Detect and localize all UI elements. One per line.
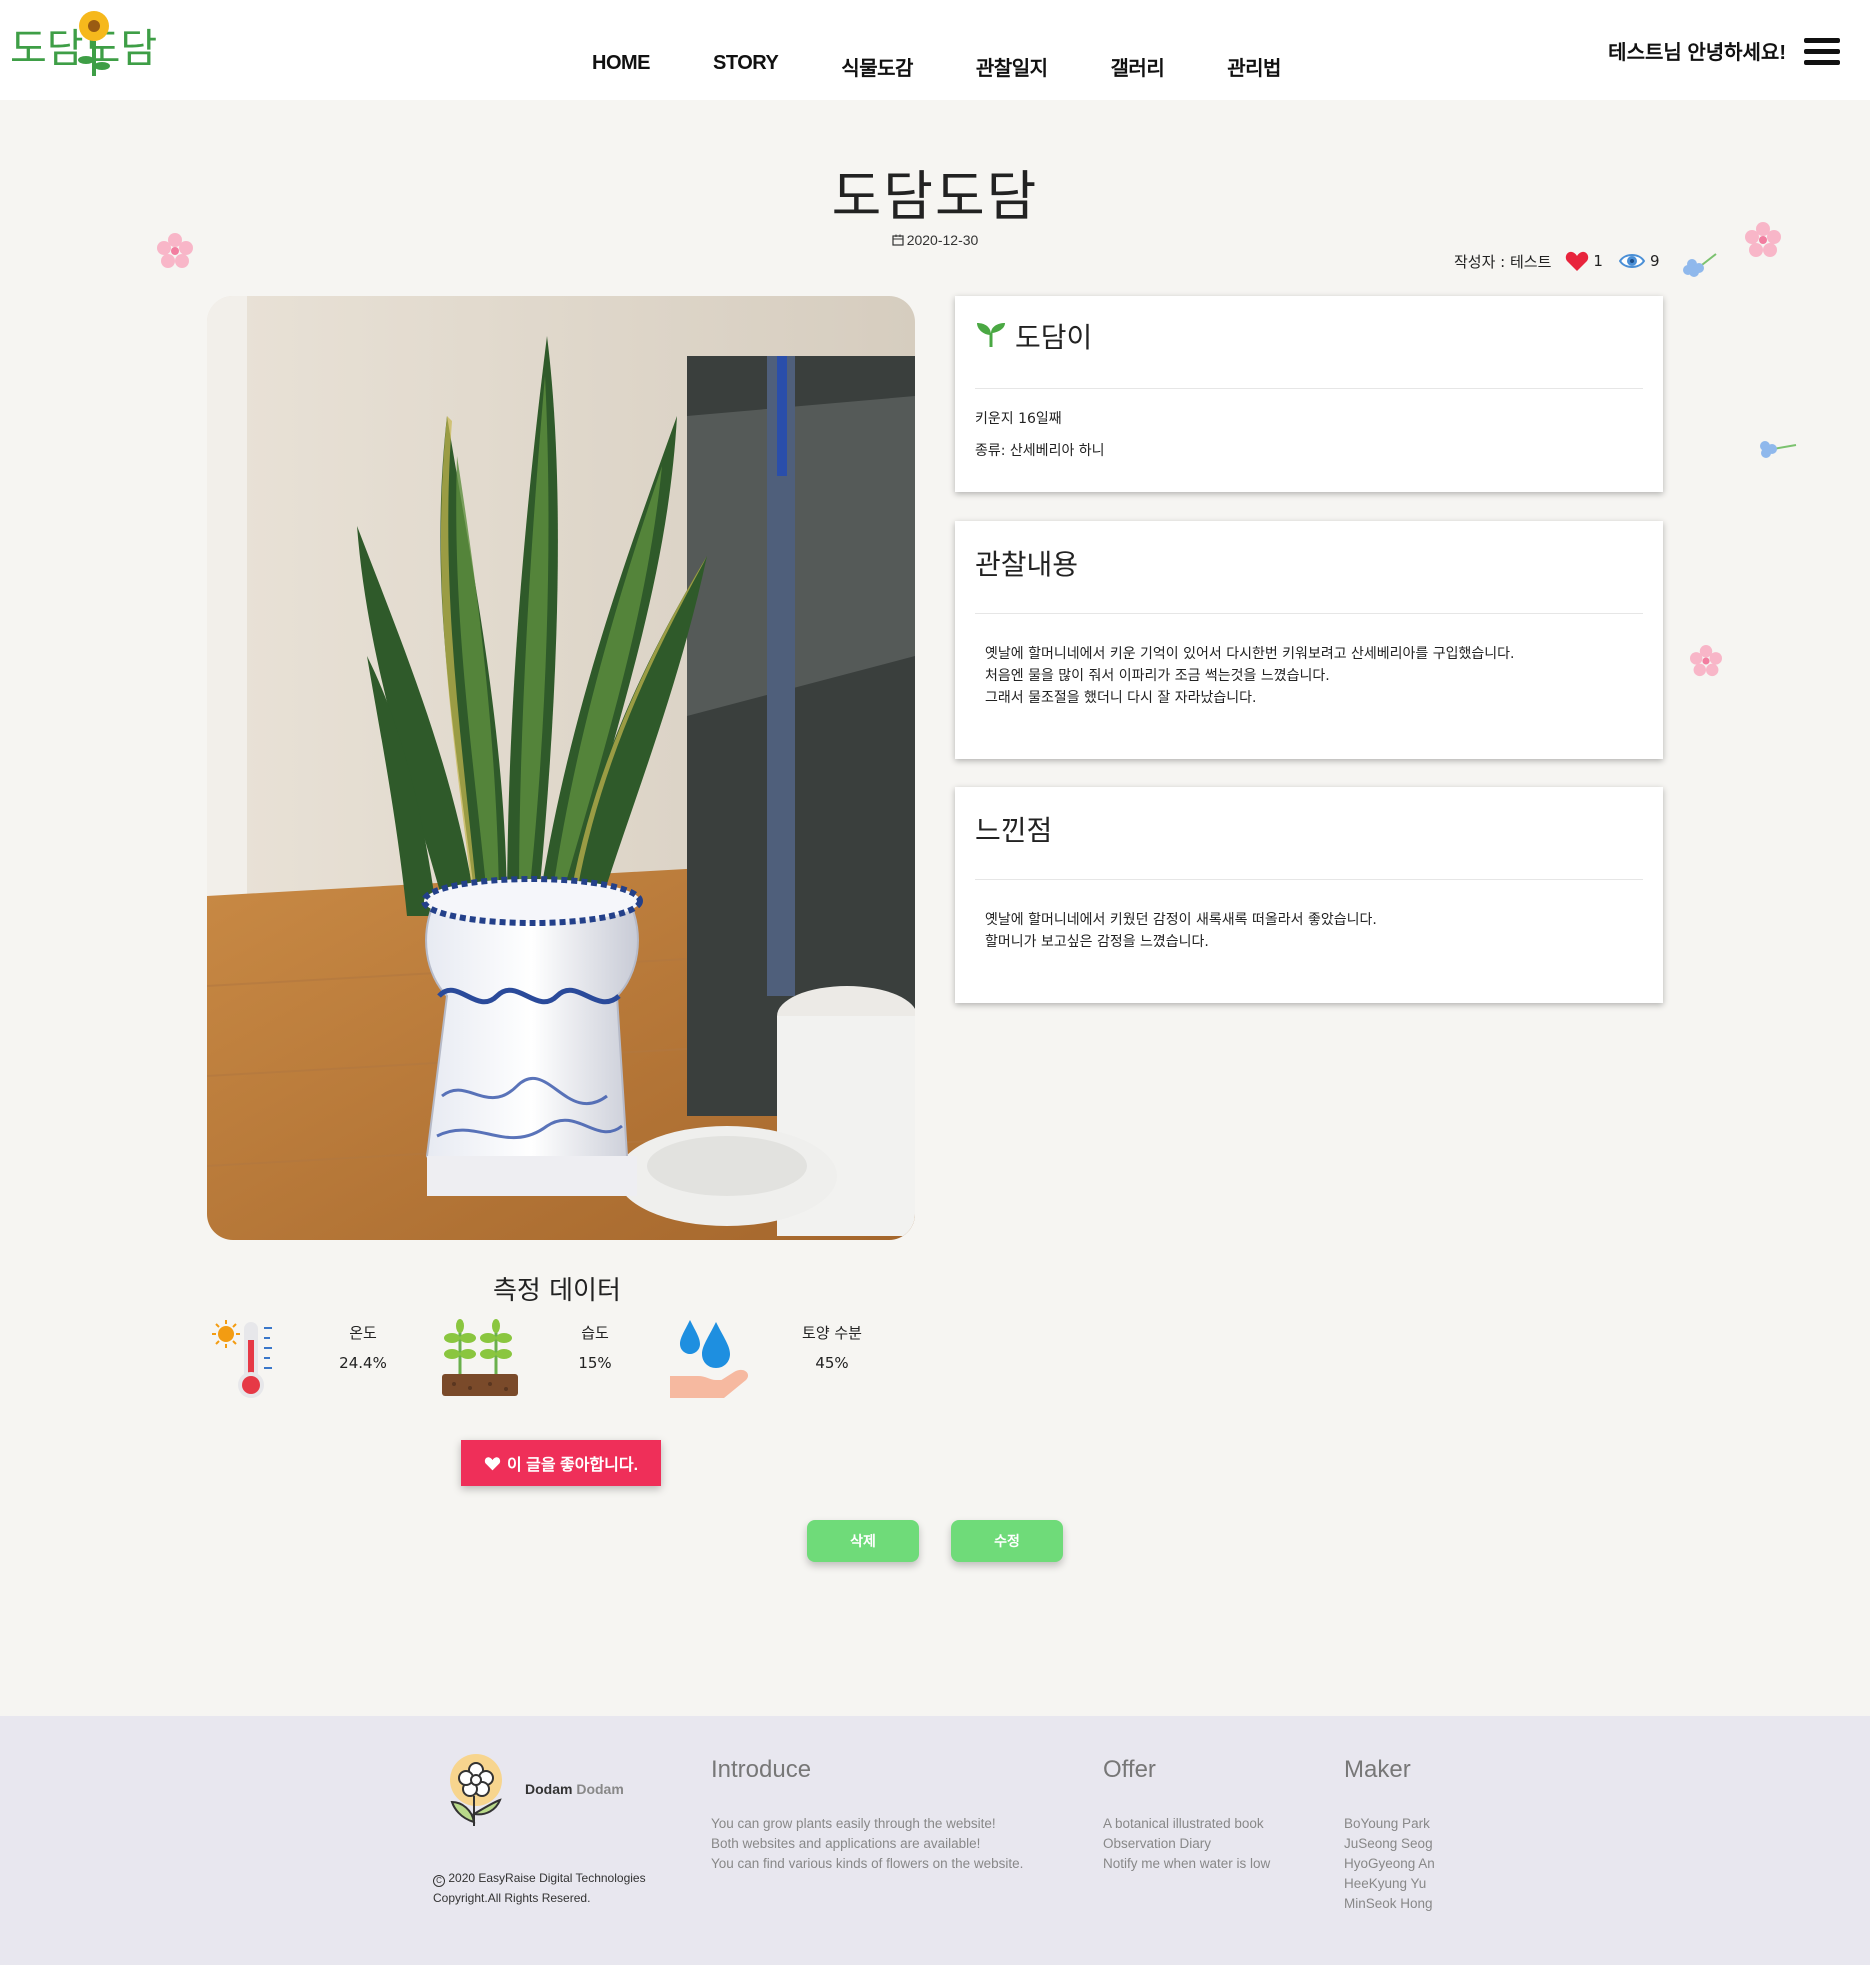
introduce-line: Both websites and applications are avail… xyxy=(711,1836,981,1851)
measurement-title: 측정 데이터 xyxy=(493,1276,621,1306)
introduce-line: You can grow plants easily through the w… xyxy=(711,1816,996,1831)
observation-card: 관찰내용 옛날에 할머니네에서 키운 기억이 있어서 다시한번 키워보려고 산세… xyxy=(955,521,1663,759)
nav-observation-diary[interactable]: 관찰일지 xyxy=(976,52,1048,81)
main-nav: HOME STORY 식물도감 관찰일지 갤러리 관리법 xyxy=(592,52,1344,81)
user-greeting: 테스트님 안녕하세요! xyxy=(1608,42,1786,64)
brand-part-1: Dodam xyxy=(525,1781,573,1797)
thermometer-icon xyxy=(212,1320,272,1398)
card-divider xyxy=(975,613,1643,614)
eye-icon xyxy=(1618,254,1645,268)
introduce-line: You can find various kinds of flowers on… xyxy=(711,1856,1024,1871)
blue-flower-icon xyxy=(1683,253,1717,277)
dodam-logo[interactable]: 도담도담 xyxy=(8,4,193,80)
offer-title: Offer xyxy=(1103,1756,1156,1783)
maker-name: JuSeong Seog xyxy=(1344,1836,1433,1851)
view-count: 9 xyxy=(1618,252,1660,270)
pink-flower-icon xyxy=(1745,222,1781,257)
feeling-line: 옛날에 할머니네에서 키웠던 감정이 새록새록 떠올라서 좋았습니다. xyxy=(985,912,1377,928)
feeling-line: 할머니가 보고싶은 감정을 느꼈습니다. xyxy=(985,934,1209,950)
introduce-title: Introduce xyxy=(711,1756,812,1783)
footer-introduce: Introduce You can grow plants easily thr… xyxy=(711,1756,1023,1874)
plant-info-card: 도담이 키운지 16일째 종류: 산세베리아 하니 xyxy=(955,296,1663,492)
menu-icon[interactable] xyxy=(1804,38,1840,66)
post-date: 2020-12-30 xyxy=(0,232,1870,248)
card-divider xyxy=(975,388,1643,389)
maker-name: HyoGyeong An xyxy=(1344,1856,1435,1871)
soil-moisture-value: 45% xyxy=(815,1354,849,1372)
copyright-line-2: Copyright.All Rights Resered. xyxy=(433,1891,591,1905)
brand-part-2: Dodam xyxy=(576,1781,624,1797)
calendar-icon xyxy=(892,234,904,246)
delete-button[interactable]: 삭제 xyxy=(807,1520,919,1562)
page-title: 도담도담 xyxy=(831,165,1039,228)
humidity-label: 습도 xyxy=(581,1324,609,1342)
nav-care-guide[interactable]: 관리법 xyxy=(1227,52,1281,81)
temperature-value: 24.4% xyxy=(339,1354,387,1372)
offer-line[interactable]: A botanical illustrated book xyxy=(1103,1814,1270,1834)
flower-logo-icon xyxy=(450,1754,502,1826)
view-count-text: 9 xyxy=(1649,252,1660,270)
card-divider xyxy=(975,879,1643,880)
site-header: 도담도담 HOME STORY 식물도감 관찰일지 갤러리 관리법 테스트님 안… xyxy=(0,0,1870,100)
days-grown: 키운지 16일째 xyxy=(975,411,1062,427)
date-text: 2020-12-30 xyxy=(906,232,979,248)
observation-line: 처음엔 물을 많이 줘서 이파리가 조금 썩는것을 느꼈습니다. xyxy=(985,668,1330,684)
offer-line[interactable]: Observation Diary xyxy=(1103,1834,1270,1854)
sprout-icon xyxy=(442,1319,518,1396)
temperature-label: 온도 xyxy=(349,1324,377,1342)
water-drop-hand-icon xyxy=(670,1320,749,1398)
copyright-line-1: 2020 EasyRaise Digital Technologies xyxy=(448,1871,646,1885)
like-count-text: 1 xyxy=(1593,252,1603,270)
edit-button[interactable]: 수정 xyxy=(951,1520,1063,1562)
plant-species: 종류: 산세베리아 하니 xyxy=(975,443,1105,459)
soil-moisture-label: 토양 수분 xyxy=(802,1324,862,1342)
footer-offer: Offer A botanical illustrated book Obser… xyxy=(1103,1756,1270,1874)
footer-brand: Dodam Dodam xyxy=(525,1781,624,1797)
footer-maker: Maker BoYoung Park JuSeong Seog HyoGyeon… xyxy=(1344,1756,1435,1914)
humidity-value: 15% xyxy=(578,1354,612,1372)
offer-line[interactable]: Notify me when water is low xyxy=(1103,1854,1270,1874)
nav-story[interactable]: STORY xyxy=(713,52,779,81)
maker-name: MinSeok Hong xyxy=(1344,1896,1433,1911)
footer-copyright: C 2020 EasyRaise Digital Technologies Co… xyxy=(433,1868,646,1908)
observation-line: 옛날에 할머니네에서 키운 기억이 있어서 다시한번 키워보려고 산세베리아를 … xyxy=(985,646,1515,662)
snake-plant-image xyxy=(207,296,915,1240)
copyright-icon: C xyxy=(433,1875,445,1887)
feeling-card: 느낀점 옛날에 할머니네에서 키웠던 감정이 새록새록 떠올라서 좋았습니다. … xyxy=(955,787,1663,1003)
observation-title: 관찰내용 xyxy=(975,548,1079,581)
nav-plant-guide[interactable]: 식물도감 xyxy=(841,52,913,81)
nav-gallery[interactable]: 갤러리 xyxy=(1111,52,1165,81)
maker-name: BoYoung Park xyxy=(1344,1816,1430,1831)
blue-flower-icon xyxy=(1760,441,1797,458)
heart-icon xyxy=(1566,251,1589,271)
heart-icon xyxy=(484,1456,501,1470)
maker-name: HeeKyung Yu xyxy=(1344,1876,1427,1891)
plant-photo xyxy=(207,296,915,1240)
nav-home[interactable]: HOME xyxy=(592,52,651,81)
like-post-button[interactable]: 이 글을 좋아합니다. xyxy=(461,1440,661,1486)
post-meta: 작성자 : 테스트 1 9 xyxy=(1454,250,1659,272)
sprout-icon xyxy=(977,323,1005,347)
author-label: 작성자 : 테스트 xyxy=(1454,252,1552,271)
maker-title: Maker xyxy=(1344,1756,1411,1783)
like-count: 1 xyxy=(1565,250,1603,272)
like-button-label: 이 글을 좋아합니다. xyxy=(506,1457,639,1474)
feeling-title: 느낀점 xyxy=(975,814,1053,847)
observation-line: 그래서 물조절을 했더니 다시 잘 자라났습니다. xyxy=(985,690,1257,706)
plant-name: 도담이 xyxy=(1015,321,1093,354)
pink-flower-icon xyxy=(1690,645,1722,677)
pink-flower-icon xyxy=(157,233,193,268)
